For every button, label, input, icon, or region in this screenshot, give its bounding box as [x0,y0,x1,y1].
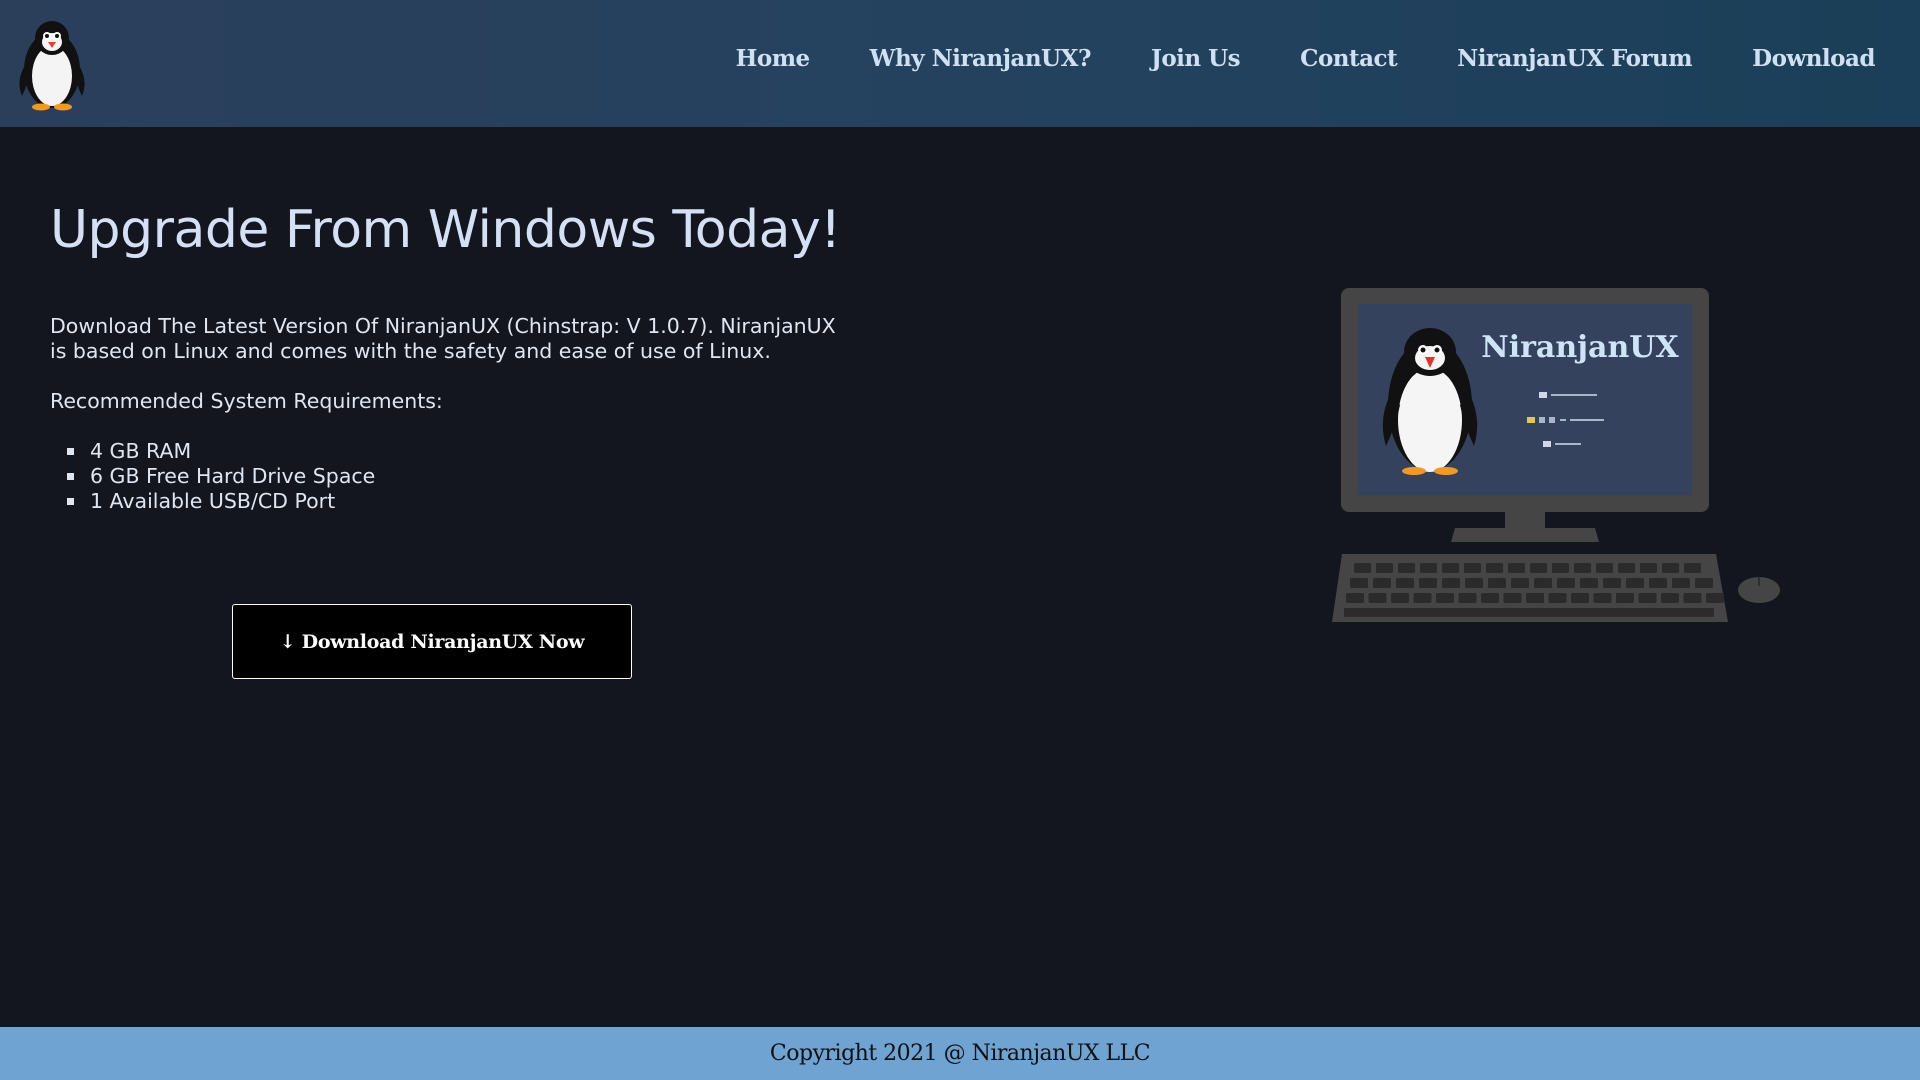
requirement-item: 6 GB Free Hard Drive Space [50,464,375,489]
requirement-item: 4 GB RAM [50,439,375,464]
page-title: Upgrade From Windows Today! [50,200,841,260]
screen-title: NiranjanUX [1481,330,1679,365]
penguin-logo-icon[interactable] [12,12,92,112]
nav-download[interactable]: Download [1752,45,1875,72]
requirement-item: 1 Available USB/CD Port [50,489,375,514]
footer: Copyright 2021 @ NiranjanUX LLC [0,1027,1920,1080]
copyright-text: Copyright 2021 @ NiranjanUX LLC [769,1041,1151,1066]
nav-forum[interactable]: NiranjanUX Forum [1457,45,1692,72]
intro-text: Download The Latest Version Of NiranjanU… [50,314,836,363]
requirements-heading: Recommended System Requirements: [50,389,443,413]
nav-home[interactable]: Home [736,45,811,72]
nav-why-niranjanux[interactable]: Why NiranjanUX? [870,45,1092,72]
computer-illustration: NiranjanUX [1332,288,1780,622]
main-nav: Home Why NiranjanUX? Join Us Contact Nir… [736,0,1920,116]
nav-contact[interactable]: Contact [1300,45,1398,72]
nav-join-us[interactable]: Join Us [1151,45,1241,72]
download-now-button[interactable]: ↓ Download NiranjanUX Now [232,604,632,679]
requirements-list: 4 GB RAM 6 GB Free Hard Drive Space 1 Av… [50,439,375,514]
top-navbar: Home Why NiranjanUX? Join Us Contact Nir… [0,0,1920,127]
